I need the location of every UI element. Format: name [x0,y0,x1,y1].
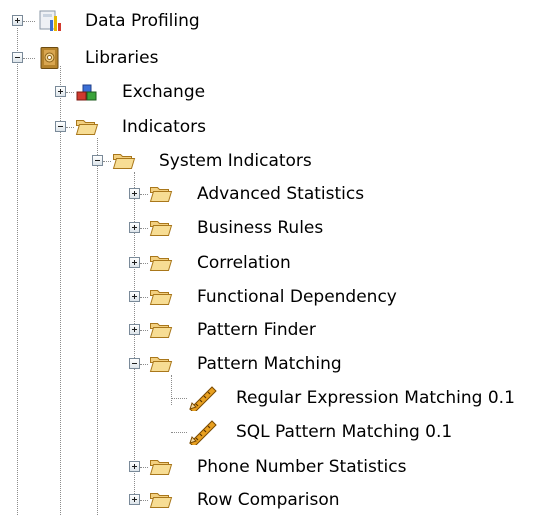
tree-node-label: Regular Expression Matching 0.1 [236,388,515,408]
folder-open-icon [149,221,173,236]
tree-node-label: Data Profiling [85,11,200,31]
repository-tree[interactable]: Data Profiling Libraries Exchange Indica… [0,0,549,515]
tree-node-advanced-statistics[interactable]: Advanced Statistics [0,179,400,209]
tree-node-label: Indicators [122,117,206,137]
tree-node-label: Exchange [122,82,206,102]
expand-toggle[interactable] [129,188,140,199]
collapse-toggle[interactable] [12,52,23,63]
tree-node-business-rules[interactable]: Business Rules [0,213,400,243]
tree-node-label: Libraries [85,48,159,68]
tree-node-label: Advanced Statistics [197,184,365,204]
ruler-pencil-icon [189,420,217,445]
expand-toggle[interactable] [129,324,140,335]
folder-open-icon [149,357,173,372]
tree-node-label: Functional Dependency [197,287,397,307]
collapse-toggle[interactable] [55,121,66,132]
tree-node-label: Row Comparison [197,490,340,510]
folder-open-icon [149,256,173,271]
expand-toggle[interactable] [129,257,140,268]
tree-node-sql-pattern-matching[interactable]: SQL Pattern Matching 0.1 [0,417,500,447]
tree-node-row-comparison[interactable]: Row Comparison [0,485,400,515]
library-book-icon [40,47,59,69]
expand-toggle[interactable] [12,15,23,26]
tree-node-label: Pattern Finder [197,320,316,340]
folder-open-icon [112,154,136,169]
tree-node-libraries[interactable]: Libraries [0,43,300,73]
tree-node-regular-expression-matching[interactable]: Regular Expression Matching 0.1 [0,383,549,413]
collapse-toggle[interactable] [92,155,103,166]
tree-node-pattern-matching[interactable]: Pattern Matching [0,349,400,379]
tree-node-indicators[interactable]: Indicators [0,112,300,142]
folder-open-icon [75,120,99,135]
collapse-toggle[interactable] [129,358,140,369]
folder-open-icon [149,460,173,475]
tree-node-pattern-finder[interactable]: Pattern Finder [0,315,400,345]
tree-node-functional-dependency[interactable]: Functional Dependency [0,282,420,312]
tree-node-correlation[interactable]: Correlation [0,248,400,278]
exchange-icon [76,84,97,101]
folder-open-icon [149,493,173,508]
tree-node-label: Pattern Matching [197,354,342,374]
folder-open-icon [149,323,173,338]
tree-node-phone-number-statistics[interactable]: Phone Number Statistics [0,452,460,482]
expand-toggle[interactable] [129,222,140,233]
expand-toggle[interactable] [55,86,66,97]
tree-node-label: Business Rules [197,218,324,238]
data-profiling-icon [39,10,61,31]
ruler-pencil-icon [189,386,217,411]
folder-open-icon [149,187,173,202]
expand-toggle[interactable] [129,494,140,505]
tree-node-label: Correlation [197,253,291,273]
tree-node-system-indicators[interactable]: System Indicators [0,146,350,176]
folder-open-icon [149,290,173,305]
tree-node-label: SQL Pattern Matching 0.1 [236,422,453,442]
tree-node-label: System Indicators [159,151,312,171]
expand-toggle[interactable] [129,461,140,472]
tree-node-exchange[interactable]: Exchange [0,77,300,107]
expand-toggle[interactable] [129,291,140,302]
tree-node-data-profiling[interactable]: Data Profiling [0,6,300,36]
tree-node-label: Phone Number Statistics [197,457,407,477]
